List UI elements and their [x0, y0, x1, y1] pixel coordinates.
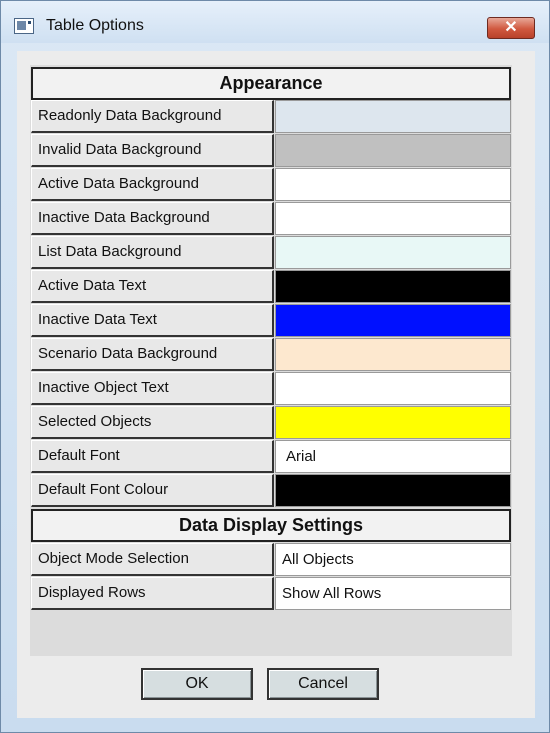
- window-title: Table Options: [46, 17, 144, 34]
- inactive-object-text-swatch[interactable]: [275, 372, 511, 405]
- option-label: Inactive Data Text: [31, 304, 274, 337]
- selected-objects-swatch[interactable]: [275, 406, 511, 439]
- invalid-data-background-swatch[interactable]: [275, 134, 511, 167]
- inactive-data-background-swatch[interactable]: [275, 202, 511, 235]
- close-button[interactable]: ✕: [487, 17, 535, 39]
- option-label: Active Data Text: [31, 270, 274, 303]
- row-scenario-data-background: Scenario Data Background: [31, 338, 511, 371]
- default-font-value[interactable]: Arial: [275, 440, 511, 473]
- title-bar[interactable]: Table Options ✕: [1, 1, 549, 43]
- row-displayed-rows: Displayed Rows Show All Rows: [31, 577, 511, 610]
- displayed-rows-value[interactable]: Show All Rows: [275, 577, 511, 610]
- readonly-data-background-swatch[interactable]: [275, 100, 511, 133]
- default-font-colour-swatch[interactable]: [275, 474, 511, 507]
- appearance-section-header: Appearance: [31, 67, 511, 100]
- cancel-button[interactable]: Cancel: [267, 668, 379, 700]
- row-active-data-background: Active Data Background: [31, 168, 511, 201]
- dialog-body: Appearance Readonly Data Background Inva…: [17, 51, 535, 718]
- option-label: Default Font Colour: [31, 474, 274, 507]
- list-data-background-swatch[interactable]: [275, 236, 511, 269]
- scenario-data-background-swatch[interactable]: [275, 338, 511, 371]
- row-default-font: Default Font Arial: [31, 440, 511, 473]
- option-label: List Data Background: [31, 236, 274, 269]
- option-label: Inactive Data Background: [31, 202, 274, 235]
- row-invalid-data-background: Invalid Data Background: [31, 134, 511, 167]
- active-data-text-swatch[interactable]: [275, 270, 511, 303]
- row-list-data-background: List Data Background: [31, 236, 511, 269]
- data-display-settings-section-header: Data Display Settings: [31, 509, 511, 542]
- row-default-font-colour: Default Font Colour: [31, 474, 511, 507]
- object-mode-selection-value[interactable]: All Objects: [275, 543, 511, 576]
- table-options-dialog: Table Options ✕ Appearance Readonly Data…: [0, 0, 550, 733]
- option-label: Readonly Data Background: [31, 100, 274, 133]
- option-label: Displayed Rows: [31, 577, 274, 610]
- window-app-icon: [14, 18, 34, 34]
- row-readonly-data-background: Readonly Data Background: [31, 100, 511, 133]
- option-label: Object Mode Selection: [31, 543, 274, 576]
- option-label: Inactive Object Text: [31, 372, 274, 405]
- options-table: Appearance Readonly Data Background Inva…: [30, 65, 512, 656]
- row-inactive-data-background: Inactive Data Background: [31, 202, 511, 235]
- row-active-data-text: Active Data Text: [31, 270, 511, 303]
- option-label: Scenario Data Background: [31, 338, 274, 371]
- row-object-mode-selection: Object Mode Selection All Objects: [31, 543, 511, 576]
- row-inactive-object-text: Inactive Object Text: [31, 372, 511, 405]
- close-icon: ✕: [504, 19, 518, 36]
- inactive-data-text-swatch[interactable]: [275, 304, 511, 337]
- option-label: Invalid Data Background: [31, 134, 274, 167]
- row-selected-objects: Selected Objects: [31, 406, 511, 439]
- ok-button[interactable]: OK: [141, 668, 253, 700]
- option-label: Selected Objects: [31, 406, 274, 439]
- option-label: Active Data Background: [31, 168, 274, 201]
- row-inactive-data-text: Inactive Data Text: [31, 304, 511, 337]
- option-label: Default Font: [31, 440, 274, 473]
- active-data-background-swatch[interactable]: [275, 168, 511, 201]
